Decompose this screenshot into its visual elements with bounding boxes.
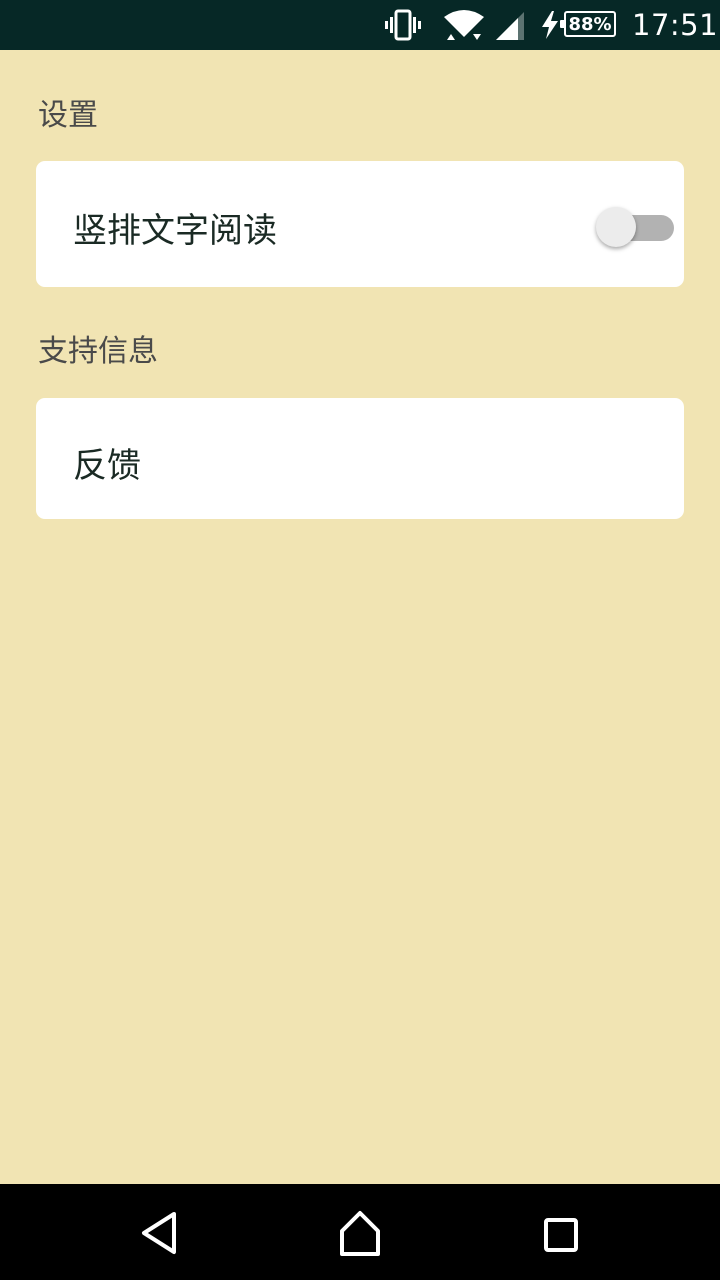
charging-icon	[542, 11, 558, 39]
settings-section-title: 设置	[38, 98, 98, 133]
feedback-item[interactable]: 反馈	[36, 398, 684, 519]
vibrate-icon	[385, 9, 421, 41]
battery-icon: 88%	[560, 11, 616, 37]
toggle-thumb[interactable]	[596, 207, 636, 247]
status-bar: 88% 17:51	[0, 0, 720, 50]
navigation-bar	[0, 1184, 720, 1280]
wifi-icon	[444, 10, 484, 40]
vertical-reading-setting[interactable]: 竖排文字阅读	[36, 161, 684, 287]
signal-icon	[496, 12, 524, 40]
battery-percent: 88%	[568, 13, 612, 35]
back-icon[interactable]	[132, 1210, 186, 1256]
recents-icon[interactable]	[536, 1210, 584, 1258]
vertical-reading-toggle[interactable]	[596, 205, 676, 247]
feedback-label: 反馈	[73, 446, 141, 486]
status-time: 17:51	[632, 8, 719, 42]
vertical-reading-label: 竖排文字阅读	[73, 211, 277, 251]
support-section-title: 支持信息	[38, 334, 158, 369]
home-icon[interactable]	[332, 1208, 388, 1258]
